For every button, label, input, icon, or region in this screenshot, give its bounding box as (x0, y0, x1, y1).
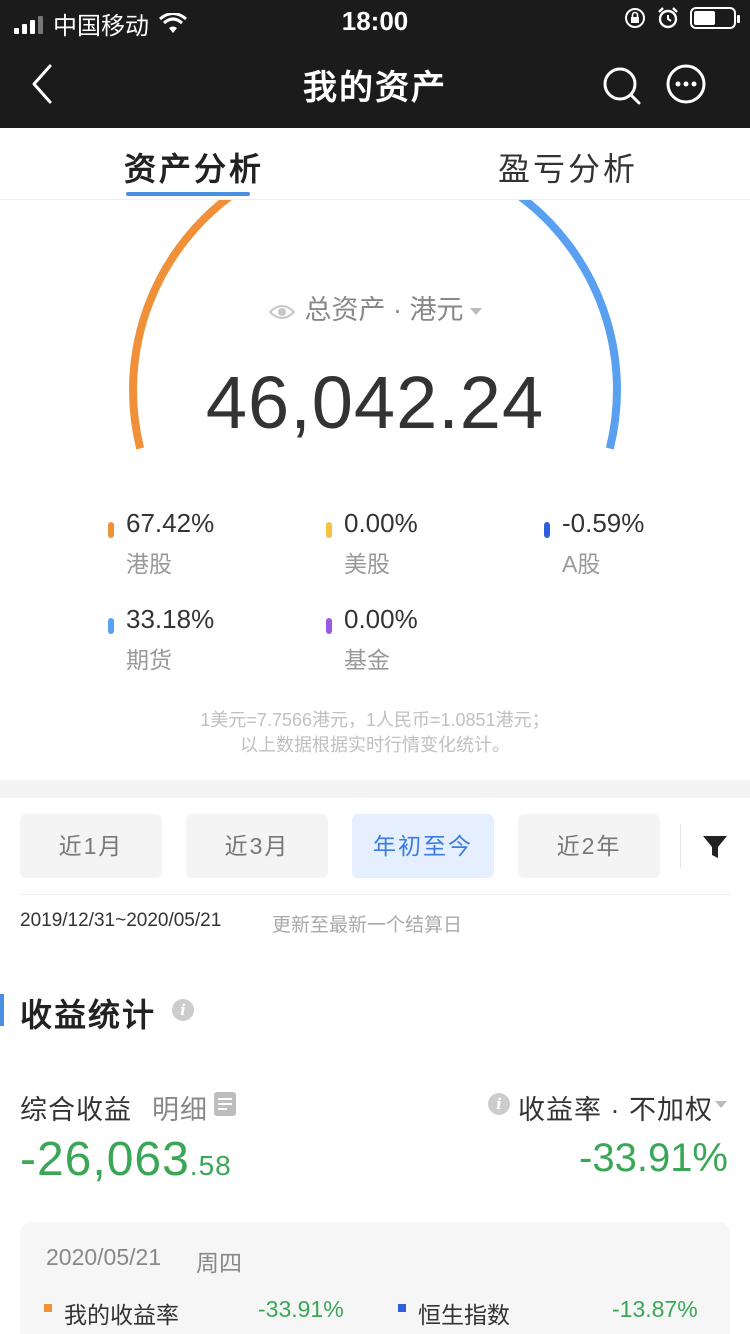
section-accent-bar (0, 994, 4, 1026)
document-icon[interactable] (214, 1092, 236, 1116)
legend-dot-icon (398, 1304, 406, 1312)
legend-label: 美股 (344, 551, 390, 577)
legend-hk-stocks: 67.42% 港股 (108, 508, 215, 579)
exchange-rate-line: 1美元=7.7566港元，1人民币=1.0851港元； (200, 710, 550, 730)
legend-label: 港股 (126, 551, 172, 577)
stats-title: 收益统计 (20, 997, 157, 1033)
legend-us-stocks: 0.00% 美股 (326, 508, 418, 579)
return-rate-selector[interactable]: 收益率 · 不加权 (518, 1088, 713, 1127)
hsi-label: 恒生指数 (418, 1302, 510, 1328)
legend-dot-icon (44, 1304, 52, 1312)
period-divider (20, 894, 730, 895)
rate-info-icon[interactable]: i (488, 1093, 510, 1115)
legend-dot-icon (326, 618, 332, 634)
hsi-value: -13.87% (612, 1296, 698, 1322)
alarm-icon (658, 7, 678, 29)
legend-dot-icon (544, 522, 550, 538)
legend-label: A股 (562, 551, 601, 577)
rotation-lock-icon (625, 8, 645, 28)
data-source-line: 以上数据根据实时行情变化统计。 (240, 735, 510, 755)
total-assets-value: 46,042.24 (205, 361, 545, 444)
search-icon[interactable] (600, 64, 644, 108)
legend-pct: 67.42% (126, 508, 215, 538)
active-tab-indicator (126, 192, 250, 196)
date-range: 2019/12/31~2020/05/21 (20, 910, 222, 931)
period-ytd-button[interactable]: 年初至今 (352, 814, 494, 878)
period-2-years-button[interactable]: 近2年 (518, 814, 660, 878)
legend-label: 期货 (126, 647, 172, 673)
more-icon[interactable] (664, 62, 708, 106)
legend-dot-icon (108, 618, 114, 634)
pnl-decimal: .58 (189, 1150, 232, 1181)
status-right (624, 6, 740, 30)
legend-label: 基金 (344, 647, 390, 673)
rate-dropdown-icon[interactable] (715, 1101, 727, 1108)
asset-gauge-section: 总资产 · 港元 46,042.24 67.42% 港股 0.00% 美股 -0… (0, 200, 750, 780)
detail-link[interactable]: 明细 (152, 1088, 208, 1127)
legend-futures: 33.18% 期货 (108, 604, 215, 675)
filter-separator (680, 824, 681, 868)
legend-pct: 33.18% (126, 604, 215, 634)
legend-funds: 0.00% 基金 (326, 604, 418, 675)
status-bar: 中国移动 18:00 (0, 0, 750, 40)
card-date: 2020/05/21 (46, 1244, 162, 1270)
update-note: 更新至最新一个结算日 (272, 915, 463, 936)
legend-pct: 0.00% (344, 604, 418, 634)
analysis-tabs: 资产分析 盈亏分析 (0, 128, 750, 200)
filter-icon[interactable] (700, 832, 730, 862)
tab-asset-analysis[interactable]: 资产分析 (124, 144, 264, 190)
card-weekday: 周四 (196, 1250, 242, 1276)
legend-a-shares: -0.59% A股 (544, 508, 645, 579)
combined-pnl-value: -26,063.58 (20, 1132, 232, 1187)
comparison-card: 2020/05/21 周四 我的收益率 -33.91% 恒生指数 -13.87% (20, 1222, 730, 1334)
return-rate-value: -33.91% (579, 1136, 728, 1180)
exchange-rate-note: 1美元=7.7566港元，1人民币=1.0851港元； 以上数据根据实时行情变化… (0, 708, 750, 758)
nav-bar: 我的资产 (0, 40, 750, 128)
section-divider (0, 780, 750, 798)
my-return-value: -33.91% (258, 1296, 344, 1322)
period-1-month-button[interactable]: 近1月 (20, 814, 162, 878)
pnl-integer: -26,063 (20, 1133, 190, 1186)
period-3-months-button[interactable]: 近3月 (186, 814, 328, 878)
info-icon[interactable]: i (172, 999, 194, 1021)
total-assets-label-text: 总资产 · 港元 (304, 295, 464, 325)
battery-icon (690, 7, 740, 29)
eye-icon[interactable] (268, 302, 295, 322)
combined-pnl-label: 综合收益 (20, 1095, 132, 1125)
legend-pct: -0.59% (562, 508, 645, 538)
currency-dropdown-icon[interactable] (469, 308, 482, 316)
my-return-label: 我的收益率 (64, 1302, 179, 1328)
legend-pct: 0.00% (344, 508, 418, 538)
tab-pnl-analysis[interactable]: 盈亏分析 (498, 144, 638, 190)
legend-dot-icon (108, 522, 114, 538)
total-assets-label[interactable]: 总资产 · 港元 (0, 288, 750, 327)
legend-dot-icon (326, 522, 332, 538)
